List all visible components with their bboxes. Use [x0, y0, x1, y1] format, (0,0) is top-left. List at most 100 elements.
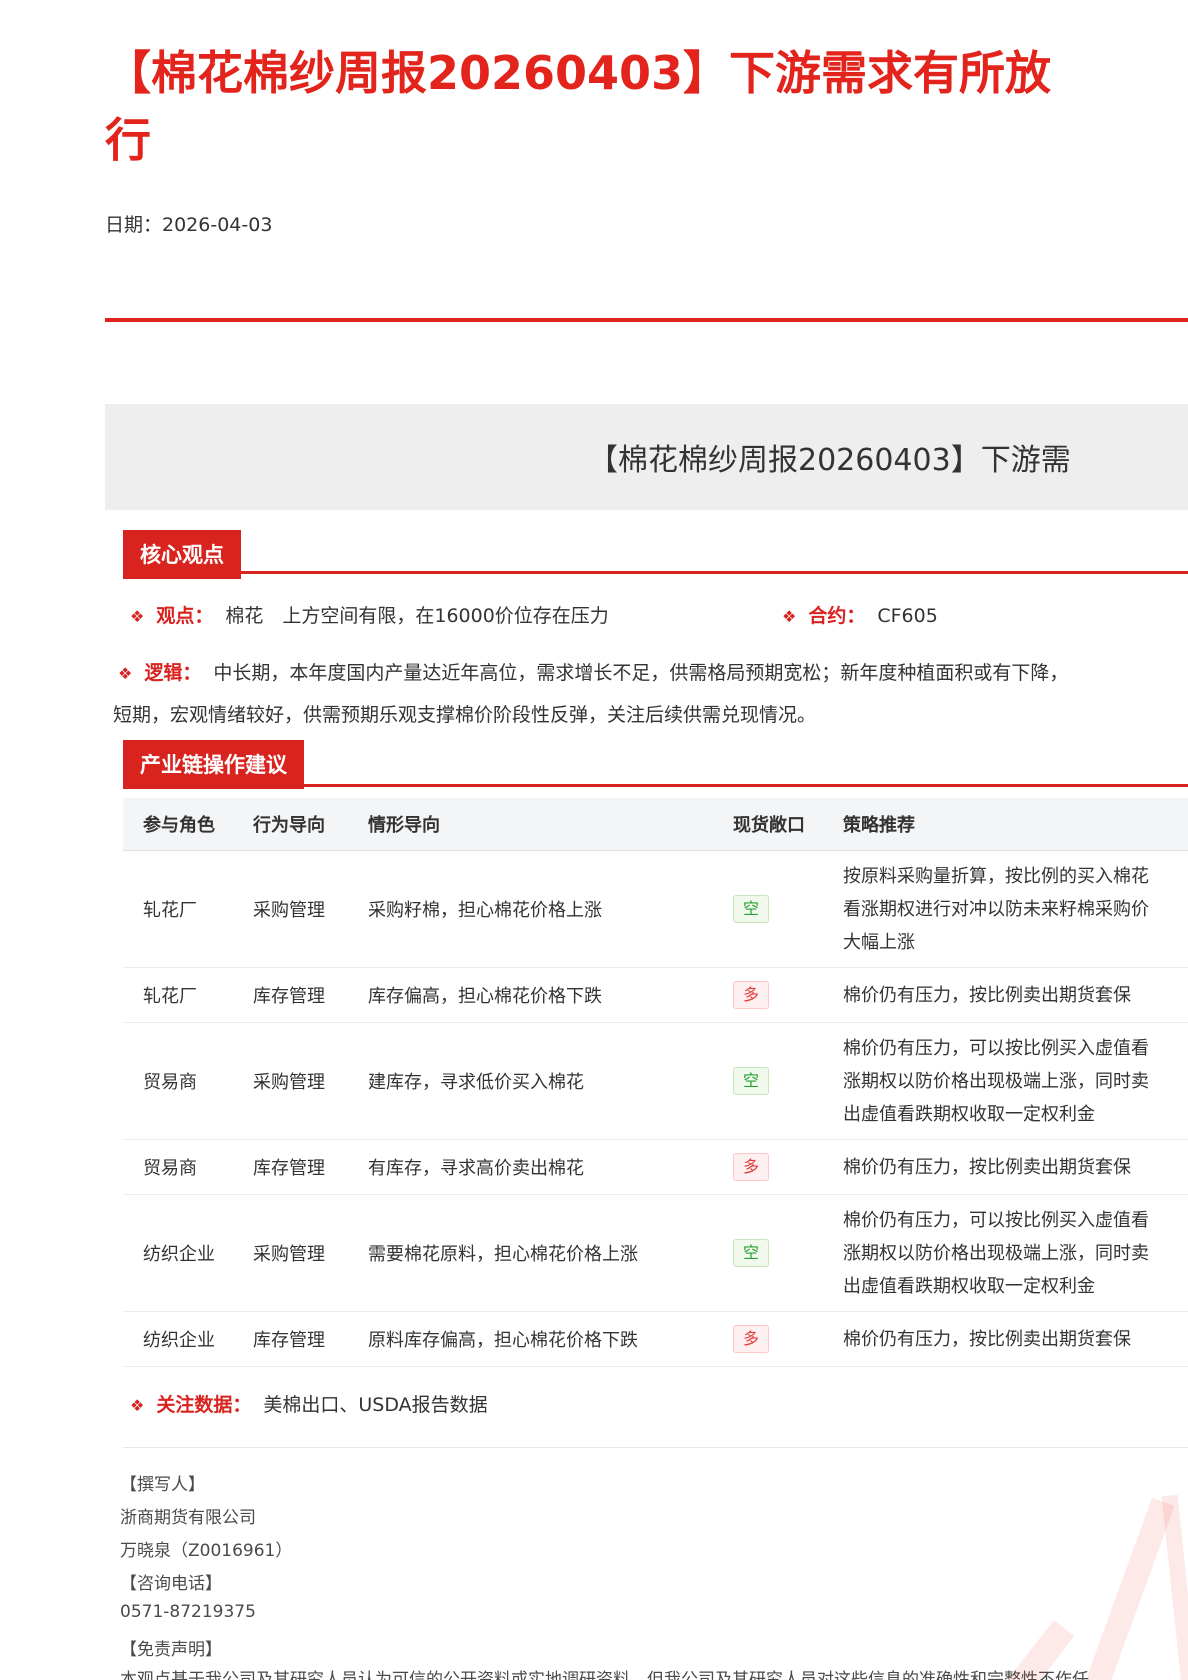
diamond-bullet-icon: ❖: [130, 607, 144, 626]
cell-exposure: 多: [733, 981, 843, 1009]
logic-row-line2: 短期，宏观情绪较好，供需预期乐观支撑棉价阶段性反弹，关注后续供需兑现情况。: [113, 700, 816, 727]
cell-strategy: 按原料采购量折算，按比例的买入棉花 看涨期权进行对冲以防未来籽棉采购价 大幅上涨: [843, 860, 1188, 959]
cell-strategy: 棉价仍有压力，按比例卖出期货套保: [843, 1323, 1188, 1356]
footer-company: 浙商期货有限公司: [120, 1503, 256, 1528]
cell-behavior: 采购管理: [253, 1068, 368, 1094]
strategy-line: 涨期权以防价格出现极端上涨，同时卖: [843, 1237, 1188, 1270]
industry-section-underline: [123, 784, 1188, 787]
cell-role: 轧花厂: [123, 896, 253, 922]
focus-data-row: ❖ 关注数据： 美棉出口、USDA报告数据: [130, 1390, 488, 1417]
col-header-behavior: 行为导向: [253, 811, 368, 837]
cell-exposure: 多: [733, 1153, 843, 1181]
page-title-line2: 行: [105, 107, 1051, 174]
industry-section-badge: 产业链操作建议: [123, 740, 304, 789]
strategy-line: 棉价仍有压力，可以按比例买入虚值看: [843, 1032, 1188, 1065]
report-date: 日期：2026-04-03: [105, 210, 272, 237]
footer-disclaimer-header: 【免责声明】: [120, 1635, 222, 1660]
table-row: 纺织企业 采购管理 需要棉花原料，担心棉花价格上涨 空 棉价仍有压力，可以按比例…: [123, 1195, 1188, 1312]
strategy-line: 棉价仍有压力，可以按比例买入虚值看: [843, 1204, 1188, 1237]
table-row: 轧花厂 库存管理 库存偏高，担心棉花价格下跌 多 棉价仍有压力，按比例卖出期货套…: [123, 968, 1188, 1023]
logic-text-line1: 中长期，本年度国内产量达近年高位，需求增长不足，供需格局预期宽松；新年度种植面积…: [213, 662, 1068, 684]
footer-phone-header: 【咨询电话】: [120, 1569, 222, 1594]
strategy-line: 看涨期权进行对冲以防未来籽棉采购价: [843, 893, 1188, 926]
col-header-role: 参与角色: [123, 811, 253, 837]
advice-table: 参与角色 行为导向 情形导向 现货敞口 策略推荐 轧花厂 采购管理 采购籽棉，担…: [123, 798, 1188, 1367]
table-header-row: 参与角色 行为导向 情形导向 现货敞口 策略推荐: [123, 798, 1188, 851]
banner-title: 【棉花棉纱周报20260403】下游需: [588, 404, 1071, 510]
table-row: 轧花厂 采购管理 采购籽棉，担心棉花价格上涨 空 按原料采购量折算，按比例的买入…: [123, 851, 1188, 968]
cell-scenario: 库存偏高，担心棉花价格下跌: [368, 982, 733, 1008]
viewpoint-label: 观点：: [156, 605, 213, 627]
cell-role: 纺织企业: [123, 1240, 253, 1266]
report-page: 【棉花棉纱周报20260403】下游需求有所放 行 日期：2026-04-03 …: [0, 0, 1188, 1680]
exposure-badge: 空: [733, 1239, 769, 1267]
table-row: 纺织企业 库存管理 原料库存偏高，担心棉花价格下跌 多 棉价仍有压力，按比例卖出…: [123, 1312, 1188, 1367]
exposure-badge: 多: [733, 981, 769, 1009]
cell-role: 贸易商: [123, 1154, 253, 1180]
logic-row-line1: ❖ 逻辑： 中长期，本年度国内产量达近年高位，需求增长不足，供需格局预期宽松；新年度…: [118, 658, 1068, 685]
footer-phone-number: 0571-87219375: [120, 1602, 256, 1622]
cell-scenario: 有库存，寻求高价卖出棉花: [368, 1154, 733, 1180]
cell-behavior: 采购管理: [253, 896, 368, 922]
page-title-line1: 【棉花棉纱周报20260403】下游需求有所放: [105, 40, 1051, 107]
focus-data-label: 关注数据：: [156, 1394, 251, 1416]
logic-text-line2: 短期，宏观情绪较好，供需预期乐观支撑棉价阶段性反弹，关注后续供需兑现情况。: [113, 704, 816, 726]
contract-value: CF605: [877, 605, 937, 627]
col-header-strategy: 策略推荐: [843, 811, 1188, 837]
col-header-scenario: 情形导向: [368, 811, 733, 837]
cell-behavior: 库存管理: [253, 1154, 368, 1180]
cell-strategy: 棉价仍有压力，可以按比例买入虚值看 涨期权以防价格出现极端上涨，同时卖 出虚值看…: [843, 1204, 1188, 1303]
diamond-bullet-icon: ❖: [130, 1396, 144, 1415]
exposure-badge: 空: [733, 895, 769, 923]
cell-strategy: 棉价仍有压力，可以按比例买入虚值看 涨期权以防价格出现极端上涨，同时卖 出虚值看…: [843, 1032, 1188, 1131]
report-banner: 【棉花棉纱周报20260403】下游需: [105, 404, 1188, 510]
cell-exposure: 空: [733, 1239, 843, 1267]
cell-role: 贸易商: [123, 1068, 253, 1094]
cell-role: 轧花厂: [123, 982, 253, 1008]
diamond-bullet-icon: ❖: [118, 664, 132, 683]
diamond-bullet-icon: ❖: [782, 607, 796, 626]
strategy-line: 出虚值看跌期权收取一定权利金: [843, 1098, 1188, 1131]
col-header-exposure: 现货敞口: [733, 811, 843, 837]
cell-scenario: 原料库存偏高，担心棉花价格下跌: [368, 1326, 733, 1352]
strategy-line: 大幅上涨: [843, 926, 1188, 959]
strategy-line: 出虚值看跌期权收取一定权利金: [843, 1270, 1188, 1303]
strategy-line: 棉价仍有压力，按比例卖出期货套保: [843, 1323, 1188, 1356]
cell-behavior: 采购管理: [253, 1240, 368, 1266]
exposure-badge: 多: [733, 1153, 769, 1181]
watermark-stroke: [1073, 1498, 1174, 1680]
cell-exposure: 多: [733, 1325, 843, 1353]
viewpoint-text: 棉花 上方空间有限，在16000价位存在压力: [225, 605, 608, 627]
cell-scenario: 建库存，寻求低价买入棉花: [368, 1068, 733, 1094]
footer-disclaimer-text: 本观点基于我公司及其研究人员认为可信的公开资料或实地调研资料，但我公司及其研究人…: [120, 1665, 1089, 1680]
cell-scenario: 需要棉花原料，担心棉花价格上涨: [368, 1240, 733, 1266]
focus-data-text: 美棉出口、USDA报告数据: [263, 1394, 487, 1416]
footer-author-header: 【撰写人】: [120, 1470, 205, 1495]
cell-exposure: 空: [733, 1067, 843, 1095]
page-title: 【棉花棉纱周报20260403】下游需求有所放 行: [105, 40, 1051, 174]
cell-behavior: 库存管理: [253, 982, 368, 1008]
logic-label: 逻辑：: [144, 662, 201, 684]
cell-behavior: 库存管理: [253, 1326, 368, 1352]
table-row: 贸易商 库存管理 有库存，寻求高价卖出棉花 多 棉价仍有压力，按比例卖出期货套保: [123, 1140, 1188, 1195]
cell-strategy: 棉价仍有压力，按比例卖出期货套保: [843, 1151, 1188, 1184]
strategy-line: 涨期权以防价格出现极端上涨，同时卖: [843, 1065, 1188, 1098]
core-section-underline: [123, 571, 1188, 574]
watermark-stroke: [1162, 1495, 1188, 1680]
footer-analyst: 万晓泉（Z0016961）: [120, 1536, 292, 1561]
viewpoint-row: ❖ 观点： 棉花 上方空间有限，在16000价位存在压力: [130, 601, 609, 628]
contract-label: 合约：: [808, 605, 865, 627]
footer-divider: [123, 1447, 1188, 1448]
cell-role: 纺织企业: [123, 1326, 253, 1352]
strategy-line: 棉价仍有压力，按比例卖出期货套保: [843, 1151, 1188, 1184]
table-row: 贸易商 采购管理 建库存，寻求低价买入棉花 空 棉价仍有压力，可以按比例买入虚值…: [123, 1023, 1188, 1140]
strategy-line: 按原料采购量折算，按比例的买入棉花: [843, 860, 1188, 893]
cell-scenario: 采购籽棉，担心棉花价格上涨: [368, 896, 733, 922]
red-divider: [105, 318, 1188, 322]
contract-row: ❖ 合约： CF605: [782, 601, 938, 628]
strategy-line: 棉价仍有压力，按比例卖出期货套保: [843, 979, 1188, 1012]
cell-strategy: 棉价仍有压力，按比例卖出期货套保: [843, 979, 1188, 1012]
industry-section-badge-label: 产业链操作建议: [123, 740, 304, 789]
exposure-badge: 空: [733, 1067, 769, 1095]
exposure-badge: 多: [733, 1325, 769, 1353]
